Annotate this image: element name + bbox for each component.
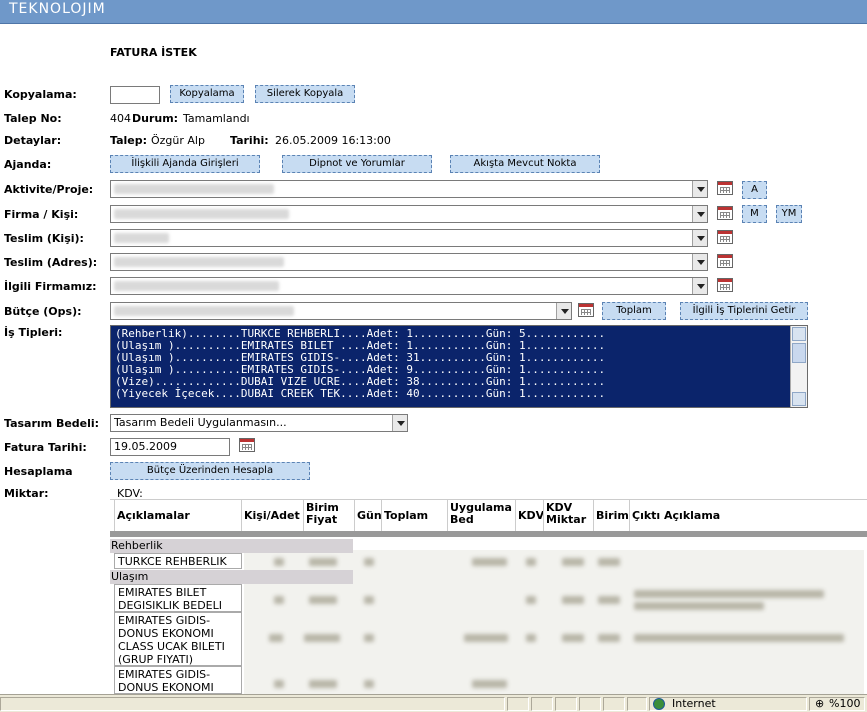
dipnot-yorumlar-button[interactable]: Dipnot ve Yorumlar [282, 155, 432, 173]
chevron-down-icon [692, 254, 707, 270]
lock-icon [627, 697, 647, 711]
column-header: Uygulama Bed [447, 500, 516, 532]
scroll-down-icon[interactable] [792, 392, 806, 406]
chevron-down-icon [692, 278, 707, 294]
chevron-down-icon [692, 230, 707, 246]
label-firma: Firma / Kişi: [4, 208, 79, 221]
group-header: Ulaşım [110, 570, 353, 584]
scroll-thumb[interactable] [792, 343, 806, 363]
column-header: Çıktı Açıklama [629, 500, 867, 532]
fatura-tarihi-input[interactable]: 19.05.2009 [110, 438, 230, 456]
column-header: KDV Miktar [543, 500, 594, 532]
tasarim-bedeli-selected: Tasarım Bedeli Uygulanmasın... [114, 416, 287, 429]
column-header: Kişi/Adet [241, 500, 304, 532]
table-row-label: TURKCE REHBERLIK [114, 553, 242, 569]
label-hesaplama: Hesaplama [4, 465, 73, 478]
status-pane [579, 697, 601, 711]
calendar-icon[interactable] [717, 254, 733, 268]
label-tarihi: Tarihi: [230, 134, 269, 147]
status-pane [555, 697, 577, 711]
label-fatura-tarihi: Fatura Tarihi: [4, 441, 87, 454]
list-item[interactable]: (Yiyecek İçecek....DUBAI CREEK TEK....Ad… [111, 388, 807, 400]
table-row-label: EMIRATES GIDIS-DONUS EKONOMI CLASS UCAK … [114, 612, 242, 666]
label-teslim-adres: Teslim (Adres): [4, 256, 98, 269]
label-durum: Durum: [132, 112, 179, 125]
butce-hesapla-button[interactable]: Bütçe Üzerinden Hesapla [110, 462, 310, 480]
kopyala-button[interactable]: Kopyalama [170, 85, 244, 103]
label-kopyalama: Kopyalama: [4, 88, 77, 101]
ym-button[interactable]: YM [776, 205, 802, 223]
is-tipleri-listbox[interactable]: (Rehberlik)........TURKCE REHBERLI....Ad… [110, 325, 808, 408]
zoom-level[interactable]: %100 [829, 697, 860, 711]
column-header: KDV [515, 500, 544, 532]
calendar-icon[interactable] [717, 206, 733, 220]
label-aktivite: Aktivite/Proje: [4, 183, 94, 196]
firma-select[interactable] [110, 205, 708, 223]
scroll-up-icon[interactable] [792, 327, 806, 341]
status-pane [0, 697, 505, 711]
calendar-icon[interactable] [717, 230, 733, 244]
table-row-label: EMIRATES BILET DEGISIKLIK BEDELI [114, 584, 242, 612]
status-bar: Internet ⊕ %100 [0, 694, 867, 712]
talep-no-value: 404 [110, 112, 131, 125]
chevron-down-icon [556, 303, 571, 319]
calendar-icon[interactable] [717, 181, 733, 195]
label-talep-no: Talep No: [4, 112, 62, 125]
kopyalama-input[interactable] [110, 86, 160, 104]
label-talep: Talep: [110, 134, 148, 147]
durum-value: Tamamlandı [183, 112, 250, 125]
calendar-icon[interactable] [239, 438, 255, 452]
column-header: Birim [593, 500, 630, 532]
listbox-scrollbar[interactable] [790, 326, 807, 407]
grid-header: Açıklamalar Kişi/Adet Birim Fiyat Gün To… [110, 499, 867, 532]
app-logo: TEKNOLOJIM [9, 1, 106, 17]
zone-text: Internet [672, 697, 716, 710]
chevron-down-icon [692, 206, 707, 222]
zoom-icon: ⊕ [815, 697, 825, 710]
column-header: Toplam [381, 500, 448, 532]
table-row-label: EMIRATES GIDIS-DONUS EKONOMI [114, 666, 242, 694]
butce-select[interactable] [110, 302, 572, 320]
label-ilgili-firma: İlgili Firmamız: [4, 280, 97, 293]
status-pane [507, 697, 529, 711]
silerek-kopyala-button[interactable]: Silerek Kopyala [255, 85, 355, 103]
tasarim-bedeli-select[interactable]: Tasarım Bedeli Uygulanmasın... [110, 414, 408, 432]
iliskili-ajanda-button[interactable]: İlişkili Ajanda Girişleri [110, 155, 260, 173]
app-header: TEKNOLOJIM [0, 0, 867, 24]
chevron-down-icon [692, 181, 707, 197]
column-header: Gün [354, 500, 382, 532]
label-tasarim-bedeli: Tasarım Bedeli: [4, 417, 100, 430]
calendar-icon[interactable] [717, 278, 733, 292]
toplam-button[interactable]: Toplam [602, 302, 666, 320]
aktivite-select[interactable] [110, 180, 708, 198]
teslim-kisi-select[interactable] [110, 229, 708, 247]
grid-separator [110, 531, 867, 537]
label-miktar: Miktar: [4, 487, 49, 500]
status-pane [603, 697, 625, 711]
column-header: Birim Fiyat [303, 500, 355, 532]
column-header: Açıklamalar [114, 500, 242, 532]
a-button[interactable]: A [742, 181, 767, 199]
label-is-tipleri: İş Tipleri: [4, 326, 63, 339]
teslim-adres-select[interactable] [110, 253, 708, 271]
calendar-icon[interactable] [578, 303, 594, 317]
group-header: Rehberlik [110, 539, 353, 553]
label-teslim-kisi: Teslim (Kişi): [4, 232, 84, 245]
label-ajanda: Ajanda: [4, 158, 52, 171]
label-detaylar: Detaylar: [4, 134, 62, 147]
talep-eden-value: Özgür Alp [151, 134, 205, 147]
label-butce: Bütçe (Ops): [4, 305, 82, 318]
akista-mevcut-nokta-button[interactable]: Akışta Mevcut Nokta [450, 155, 600, 173]
chevron-down-icon [392, 415, 407, 431]
status-pane [531, 697, 553, 711]
ilgili-firma-select[interactable] [110, 277, 708, 295]
page-title: FATURA İSTEK [110, 46, 197, 59]
ilgili-is-tipleri-button[interactable]: İlgili İş Tiplerini Getir [680, 302, 808, 320]
globe-icon [653, 698, 665, 710]
talep-tarihi-value: 26.05.2009 16:13:00 [275, 134, 391, 147]
m-button[interactable]: M [742, 205, 767, 223]
